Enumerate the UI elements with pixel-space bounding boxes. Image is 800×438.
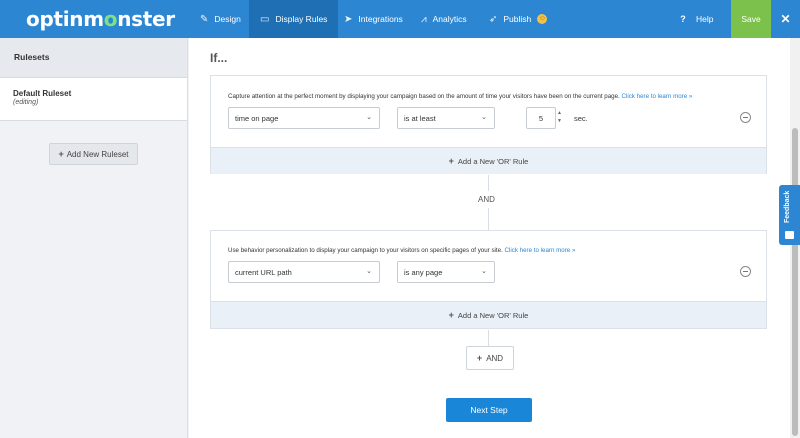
nav-display-rules[interactable]: ▭ Display Rules xyxy=(249,0,339,38)
logo-text-end: nster xyxy=(117,7,175,31)
ruleset-title: Default Ruleset xyxy=(13,89,72,98)
nav-design-label: Design xyxy=(214,14,241,24)
number-spinner[interactable]: ▲ ▼ xyxy=(557,109,562,125)
connector-line xyxy=(488,208,489,230)
add-and-label: AND xyxy=(486,353,504,363)
chart-icon: ⩘ xyxy=(421,13,427,25)
rocket-icon: ➶ xyxy=(489,13,498,25)
and-connector-label: AND xyxy=(478,195,495,204)
top-bar: optinmonster ✎ Design ▭ Display Rules ➤ … xyxy=(0,0,800,38)
operator-value: is any page xyxy=(404,268,443,277)
operator-select[interactable]: is at least ⌄ xyxy=(397,107,495,129)
connector-line xyxy=(488,175,489,191)
rule-description-text: Capture attention at the perfect moment … xyxy=(228,93,620,100)
nav-integrations[interactable]: ➤ Integrations xyxy=(344,0,403,38)
learn-more-link[interactable]: Click here to learn more » xyxy=(622,93,693,100)
nav-display-rules-label: Display Rules xyxy=(275,14,328,24)
scrollbar-thumb[interactable] xyxy=(792,128,798,436)
add-or-rule-button[interactable]: + Add a New 'OR' Rule xyxy=(211,147,766,174)
ruleset-status: (editing) xyxy=(13,99,39,106)
logo-text-start: optinm xyxy=(26,7,104,31)
rule-group: Use behavior personalization to display … xyxy=(210,230,767,329)
condition-value: time on page xyxy=(235,114,279,123)
add-or-rule-label: Add a New 'OR' Rule xyxy=(457,310,529,320)
chevron-down-icon: ⌄ xyxy=(366,114,372,121)
add-ruleset-label: Add New Ruleset xyxy=(66,149,129,159)
add-and-rule-button[interactable]: + AND xyxy=(466,346,514,370)
paper-plane-icon: ➤ xyxy=(344,13,353,25)
operator-value: is at least xyxy=(404,114,436,123)
plus-icon: + xyxy=(448,310,454,320)
operator-select[interactable]: is any page ⌄ xyxy=(397,261,495,283)
rule-group: Capture attention at the perfect moment … xyxy=(210,75,767,174)
plus-icon: + xyxy=(58,149,64,159)
save-button[interactable]: Save xyxy=(731,0,771,38)
chevron-down-icon: ⌄ xyxy=(481,268,487,275)
nav-analytics-label: Analytics xyxy=(432,14,467,24)
pencil-icon: ✎ xyxy=(200,13,209,25)
question-icon: ? xyxy=(680,14,686,24)
nav-publish-label: Publish xyxy=(503,14,532,24)
monitor-icon: ▭ xyxy=(260,13,270,25)
seconds-input[interactable]: 5 xyxy=(526,107,556,129)
rule-description-text: Use behavior personalization to display … xyxy=(228,247,503,254)
remove-rule-icon[interactable] xyxy=(740,112,751,123)
next-step-button[interactable]: Next Step xyxy=(446,398,532,422)
feedback-label: Feedback xyxy=(784,190,791,223)
condition-select[interactable]: time on page ⌄ xyxy=(228,107,380,129)
chevron-down-icon: ⌄ xyxy=(481,114,487,121)
rules-editor: If... Capture attention at the perfect m… xyxy=(189,38,790,438)
add-or-rule-label: Add a New 'OR' Rule xyxy=(457,156,529,166)
add-ruleset-button[interactable]: + Add New Ruleset xyxy=(49,143,138,165)
condition-select[interactable]: current URL path ⌄ xyxy=(228,261,380,283)
nav-analytics[interactable]: ⩘ Analytics xyxy=(421,0,467,38)
learn-more-link[interactable]: Click here to learn more » xyxy=(505,247,576,254)
optinmonster-logo[interactable]: optinmonster xyxy=(26,7,175,31)
condition-value: current URL path xyxy=(235,268,292,277)
help-link[interactable]: ? Help xyxy=(678,0,713,38)
ruleset-item-default[interactable]: Default Ruleset (editing) xyxy=(0,78,187,121)
plus-icon: + xyxy=(448,156,454,166)
nav-design[interactable]: ✎ Design xyxy=(200,0,241,38)
plus-icon: + xyxy=(476,353,483,363)
nav-integrations-label: Integrations xyxy=(358,14,403,24)
sidebar-heading: Rulesets xyxy=(0,38,187,78)
unit-label: sec. xyxy=(574,114,588,123)
chevron-down-icon: ⌄ xyxy=(366,268,372,275)
nav-publish[interactable]: ➶ Publish ☺ xyxy=(489,0,548,38)
rule-description: Capture attention at the perfect moment … xyxy=(228,93,692,100)
remove-rule-icon[interactable] xyxy=(740,266,751,277)
help-label: Help xyxy=(696,14,714,24)
feedback-tab[interactable]: Feedback xyxy=(779,185,800,245)
connector-line xyxy=(488,330,489,346)
if-heading: If... xyxy=(210,51,228,65)
add-or-rule-button[interactable]: + Add a New 'OR' Rule xyxy=(211,301,766,328)
smiley-icon: ☺ xyxy=(537,14,548,24)
rule-description: Use behavior personalization to display … xyxy=(228,247,575,254)
rulesets-sidebar: Rulesets Default Ruleset (editing) + Add… xyxy=(0,38,188,438)
logo-monster-o: o xyxy=(103,7,118,31)
close-icon[interactable]: ✕ xyxy=(771,0,800,38)
feedback-icon xyxy=(785,231,794,239)
